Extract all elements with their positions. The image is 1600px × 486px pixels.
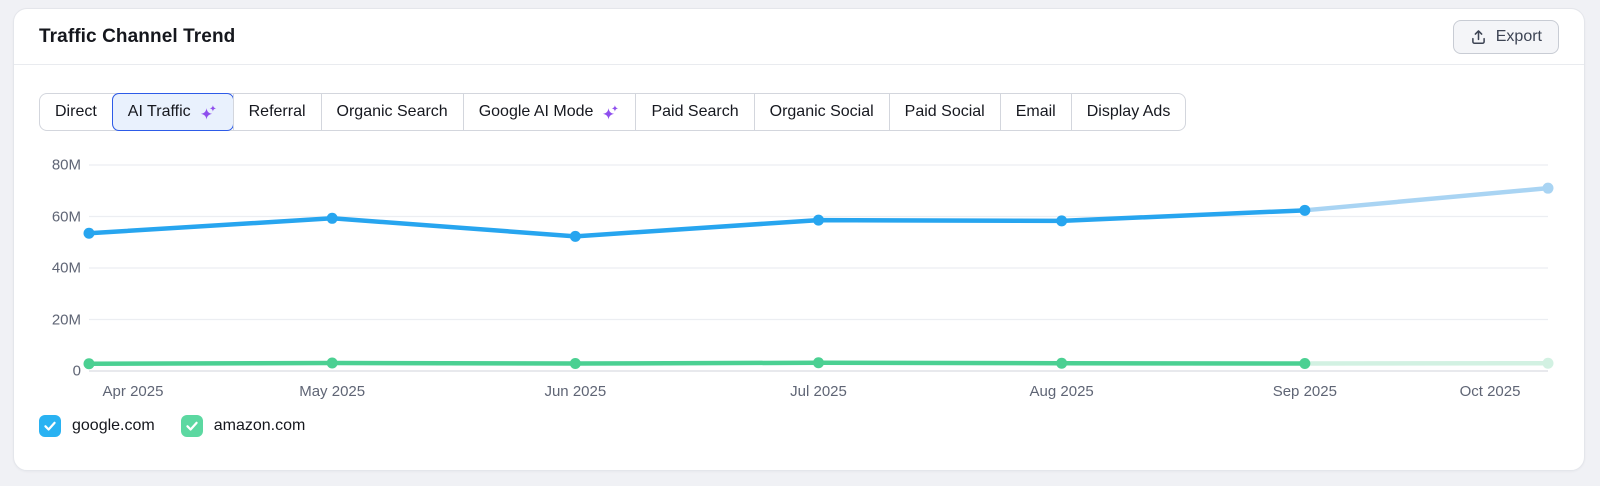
data-point-google.com[interactable] (327, 213, 338, 224)
data-point-amazon.com[interactable] (1299, 358, 1310, 369)
data-point-amazon.com[interactable] (813, 357, 824, 368)
trend-chart: 80M60M40M20M0Apr 2025May 2025Jun 2025Jul… (14, 9, 1586, 472)
data-point-google.com[interactable] (1543, 183, 1554, 194)
data-point-amazon.com[interactable] (1056, 358, 1067, 369)
chart-plot-area[interactable] (14, 9, 1586, 472)
series-line-amazon.com (89, 363, 1305, 364)
data-point-amazon.com[interactable] (84, 358, 95, 369)
series-checkbox-amazon.com[interactable] (181, 415, 203, 437)
data-point-google.com[interactable] (1056, 215, 1067, 226)
data-point-google.com[interactable] (813, 215, 824, 226)
traffic-channel-trend-card: Traffic Channel Trend Export DirectAI Tr… (13, 8, 1585, 471)
series-line-google.com (89, 210, 1305, 236)
data-point-amazon.com[interactable] (327, 358, 338, 369)
data-point-google.com[interactable] (1299, 205, 1310, 216)
legend-item-google.com[interactable]: google.com (39, 415, 155, 437)
legend-label: google.com (72, 417, 155, 435)
series-line-google.com (1305, 188, 1548, 210)
data-point-amazon.com[interactable] (570, 358, 581, 369)
series-checkbox-google.com[interactable] (39, 415, 61, 437)
data-point-google.com[interactable] (84, 228, 95, 239)
chart-legend: google.com amazon.com (39, 415, 305, 437)
data-point-amazon.com[interactable] (1543, 358, 1554, 369)
legend-label: amazon.com (214, 417, 306, 435)
legend-item-amazon.com[interactable]: amazon.com (181, 415, 306, 437)
data-point-google.com[interactable] (570, 231, 581, 242)
